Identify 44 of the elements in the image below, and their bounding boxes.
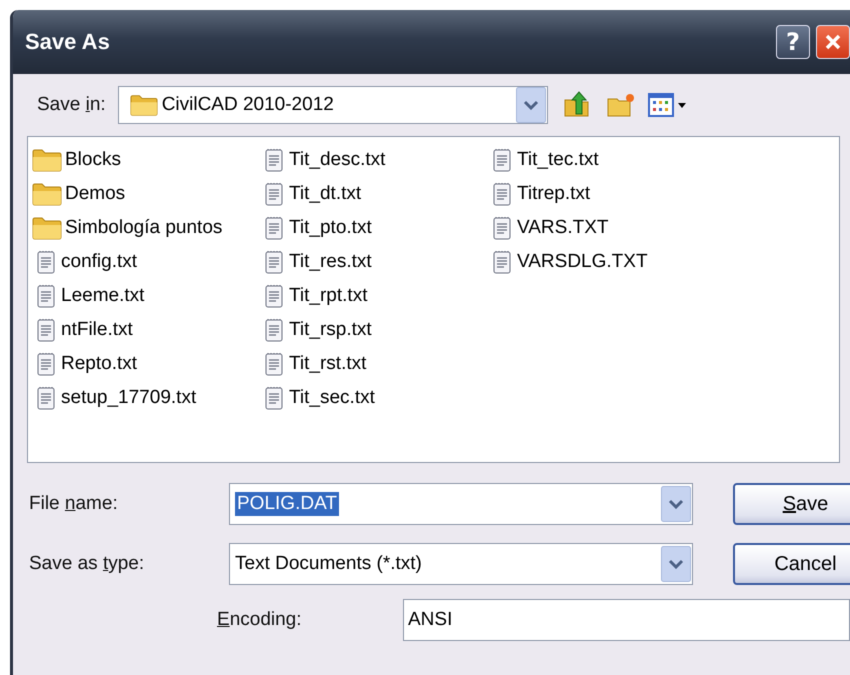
save-in-label: Save in: [37,94,106,116]
folder-item[interactable]: Demos [32,177,260,211]
file-item[interactable]: Tit_pto.txt [260,211,488,245]
file-item[interactable]: Tit_desc.txt [260,143,488,177]
folder-item[interactable]: Simbología puntos [32,211,260,245]
folder-name: CivilCAD 2010-2012 [160,94,335,116]
dropdown-button[interactable] [661,486,691,522]
file-item[interactable]: Tit_rst.txt [260,347,488,381]
file-item[interactable]: VARS.TXT [488,211,716,245]
file-item[interactable]: ntFile.txt [32,313,260,347]
folder-icon [130,93,158,117]
folder-icon [32,148,62,172]
file-item[interactable]: Tit_rpt.txt [260,279,488,313]
file-item[interactable]: Tit_dt.txt [260,177,488,211]
folder-item[interactable]: Blocks [32,143,260,177]
file-item[interactable]: Repto.txt [32,347,260,381]
save-in-dropdown[interactable]: CivilCAD 2010-2012 [118,86,548,124]
file-name-field[interactable]: POLIG.DAT [229,483,693,525]
file-name-label: File name: [28,493,119,515]
encoding-label: Encoding: [217,609,303,631]
file-item[interactable]: VARSDLG.TXT [488,245,716,279]
close-button[interactable] [816,25,850,59]
encoding-dropdown[interactable]: ANSI [403,599,850,641]
file-item[interactable]: Tit_tec.txt [488,143,716,177]
save-as-type-label: Save as type: [28,553,146,575]
file-item[interactable]: Tit_sec.txt [260,381,488,415]
file-item[interactable]: config.txt [32,245,260,279]
view-grid-icon [648,92,688,118]
dropdown-button[interactable] [516,87,546,123]
file-item[interactable]: Leeme.txt [32,279,260,313]
window-title: Save As [25,29,111,55]
help-button[interactable]: ? [776,25,810,59]
folder-icon [32,182,62,206]
file-item[interactable]: Tit_rsp.txt [260,313,488,347]
save-button[interactable]: Save [733,483,850,525]
views-menu-button[interactable] [648,92,688,118]
file-item[interactable]: Titrep.txt [488,177,716,211]
file-item[interactable]: setup_17709.txt [32,381,260,415]
dropdown-button[interactable] [661,546,691,582]
file-item[interactable]: Tit_res.txt [260,245,488,279]
cancel-button[interactable]: Cancel [733,543,850,585]
file-type-dropdown[interactable]: Text Documents (*.txt) [229,543,693,585]
folder-icon [32,216,62,240]
close-icon [823,32,843,52]
